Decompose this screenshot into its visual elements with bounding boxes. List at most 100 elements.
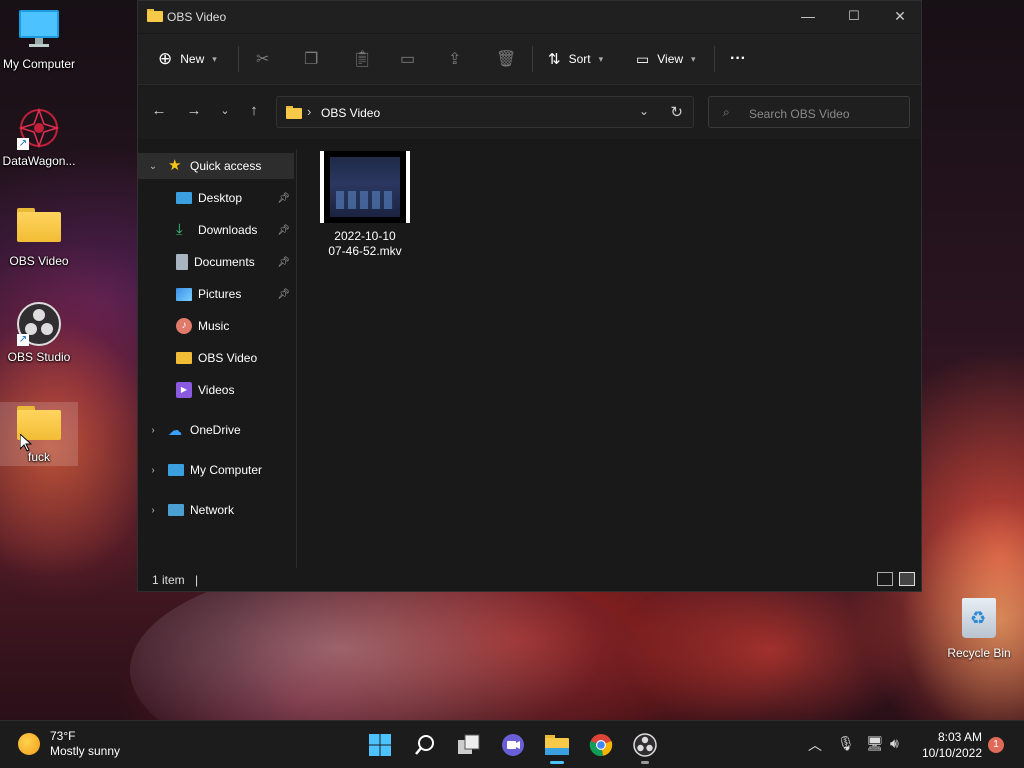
- chevron-right-icon[interactable]: ›: [146, 465, 160, 476]
- search-box[interactable]: ⌕: [708, 96, 910, 128]
- weather-temperature: 73°F: [50, 729, 76, 743]
- task-view-button[interactable]: [453, 729, 485, 761]
- clock-time: 8:03 AM: [937, 730, 982, 744]
- sidebar-item-music[interactable]: ♪ Music: [138, 313, 294, 339]
- sidebar-item-documents[interactable]: Documents 📌︎: [138, 249, 294, 275]
- view-icon: ▭: [636, 50, 650, 67]
- sort-button[interactable]: ⇅ Sort ▾: [548, 45, 603, 73]
- chevron-down-icon[interactable]: ⌄: [146, 161, 160, 172]
- cut-icon[interactable]: ✂: [256, 45, 269, 73]
- pictures-icon: [176, 287, 192, 301]
- chevron-right-icon[interactable]: ›: [146, 425, 160, 436]
- desktop-icon-fuck-folder[interactable]: fuck: [0, 402, 78, 466]
- breadcrumb-chevron-icon: ›: [307, 104, 312, 119]
- volume-icon[interactable]: 🔊︎: [890, 735, 899, 752]
- sidebar-item-network[interactable]: › Network: [138, 497, 294, 523]
- teams-chat-icon: [502, 734, 524, 756]
- sidebar-item-videos[interactable]: ▶ Videos: [138, 377, 294, 403]
- sidebar-item-desktop[interactable]: Desktop 📌︎: [138, 185, 294, 211]
- sidebar-item-label: Documents: [194, 255, 255, 269]
- obs-studio-taskbar-button[interactable]: [629, 729, 661, 764]
- desktop-icon-label: fuck: [27, 450, 50, 464]
- sidebar-item-label: Desktop: [198, 191, 243, 205]
- refresh-icon[interactable]: ↻: [670, 103, 683, 121]
- copy-icon[interactable]: ❐: [304, 45, 318, 73]
- view-label: View: [657, 52, 684, 66]
- document-icon: [176, 254, 188, 270]
- sidebar-item-label: Downloads: [198, 223, 258, 237]
- file-explorer-icon: [545, 735, 569, 755]
- music-icon: ♪: [176, 318, 192, 334]
- teams-chat-button[interactable]: [497, 729, 529, 761]
- sidebar-item-label: Music: [198, 319, 230, 333]
- folder-icon: [17, 208, 61, 242]
- close-button[interactable]: ✕: [877, 1, 923, 31]
- obs-studio-icon: [633, 733, 657, 757]
- chrome-button[interactable]: [585, 729, 617, 761]
- search-input[interactable]: [747, 103, 901, 125]
- desktop-icon-label: Recycle Bin: [947, 646, 1011, 660]
- pin-icon: 📌︎: [277, 224, 290, 236]
- details-view-button[interactable]: [877, 572, 893, 586]
- desktop-icon-obs-studio[interactable]: ↗ OBS Studio: [0, 302, 78, 365]
- start-button[interactable]: [364, 729, 396, 761]
- new-button[interactable]: ⊕ New ▾: [158, 45, 217, 73]
- address-bar[interactable]: › OBS Video ⌄ ↻: [276, 96, 694, 128]
- chrome-icon: [589, 734, 613, 757]
- sidebar-item-quick-access[interactable]: ⌄ ★ Quick access: [138, 153, 294, 179]
- breadcrumb-path[interactable]: OBS Video: [321, 106, 380, 120]
- network-status-icon[interactable]: 🖥︎: [866, 735, 884, 752]
- see-more-button[interactable]: ···: [730, 45, 746, 73]
- search-button[interactable]: [409, 729, 441, 761]
- sidebar-item-label: Network: [190, 503, 235, 517]
- forward-arrow-icon[interactable]: →: [182, 102, 206, 119]
- file-item[interactable]: 2022-10-10 07-46-52.mkv: [318, 151, 412, 259]
- sidebar-item-downloads[interactable]: ⤓ Downloads 📌︎: [138, 217, 294, 243]
- running-indicator: [641, 761, 649, 764]
- minimize-button[interactable]: —: [785, 1, 831, 31]
- show-hidden-icons-chevron-icon[interactable]: ︿: [808, 735, 822, 755]
- star-icon: ★: [168, 157, 182, 174]
- title-bar[interactable]: OBS Video — ☐ ✕: [138, 1, 921, 33]
- large-icons-view-button[interactable]: [899, 572, 915, 586]
- paste-icon[interactable]: 📋︎: [352, 45, 372, 73]
- weather-widget[interactable]: 73°F Mostly sunny: [18, 729, 120, 759]
- shortcut-arrow-icon: ↗: [17, 138, 29, 150]
- desktop-icon: [176, 192, 192, 204]
- sidebar-item-pictures[interactable]: Pictures 📌︎: [138, 281, 294, 307]
- sidebar-item-label: OBS Video: [198, 351, 258, 365]
- up-arrow-icon[interactable]: ↑: [242, 102, 266, 119]
- chevron-right-icon[interactable]: ›: [146, 505, 160, 516]
- new-label: New: [180, 52, 205, 66]
- back-arrow-icon[interactable]: ←: [147, 102, 171, 119]
- desktop-icon-obs-video[interactable]: OBS Video: [0, 208, 78, 269]
- file-explorer-window: OBS Video — ☐ ✕ ⊕ New ▾ ✂ ❐ 📋︎ ▭ ⇪ 🗑︎ ⇅ …: [137, 0, 922, 592]
- desktop-icon-label: OBS Studio: [7, 350, 71, 364]
- task-view-icon: [458, 734, 480, 754]
- command-bar: ⊕ New ▾ ✂ ❐ 📋︎ ▭ ⇪ 🗑︎ ⇅ Sort ▾ ▭ View ▾ …: [138, 34, 921, 85]
- desktop-icon-my-computer[interactable]: My Computer: [0, 8, 78, 72]
- sidebar-item-onedrive[interactable]: › ☁ OneDrive: [138, 417, 294, 443]
- sidebar-item-obs-video[interactable]: OBS Video: [138, 345, 294, 371]
- view-button[interactable]: ▭ View ▾: [636, 45, 696, 73]
- sidebar-item-label: OneDrive: [190, 423, 241, 437]
- toolbar-divider: [238, 46, 239, 72]
- sidebar-item-my-computer[interactable]: › My Computer: [138, 457, 294, 483]
- notification-badge[interactable]: 1: [988, 737, 1004, 753]
- share-icon[interactable]: ⇪: [448, 45, 461, 73]
- desktop-icon-recycle-bin[interactable]: ♻ Recycle Bin: [940, 598, 1018, 660]
- network-icon: [168, 504, 184, 516]
- pin-icon: 📌︎: [277, 192, 290, 204]
- address-dropdown-icon[interactable]: ⌄: [639, 104, 649, 118]
- desktop-icon-datawagon[interactable]: ↗ DataWagon...: [0, 106, 78, 169]
- rename-icon[interactable]: ▭: [400, 45, 415, 73]
- microphone-icon[interactable]: 🎙︎: [837, 735, 855, 752]
- folder-icon: [147, 9, 163, 22]
- maximize-button[interactable]: ☐: [831, 1, 877, 31]
- delete-icon[interactable]: 🗑︎: [496, 45, 516, 73]
- recent-locations-chevron-icon[interactable]: ⌄: [213, 104, 237, 117]
- file-explorer-taskbar-button[interactable]: [541, 729, 573, 764]
- desktop-icon-label: OBS Video: [9, 254, 69, 268]
- sidebar-item-label: Quick access: [190, 159, 262, 173]
- clock[interactable]: 8:03 AM 10/10/2022: [918, 729, 982, 761]
